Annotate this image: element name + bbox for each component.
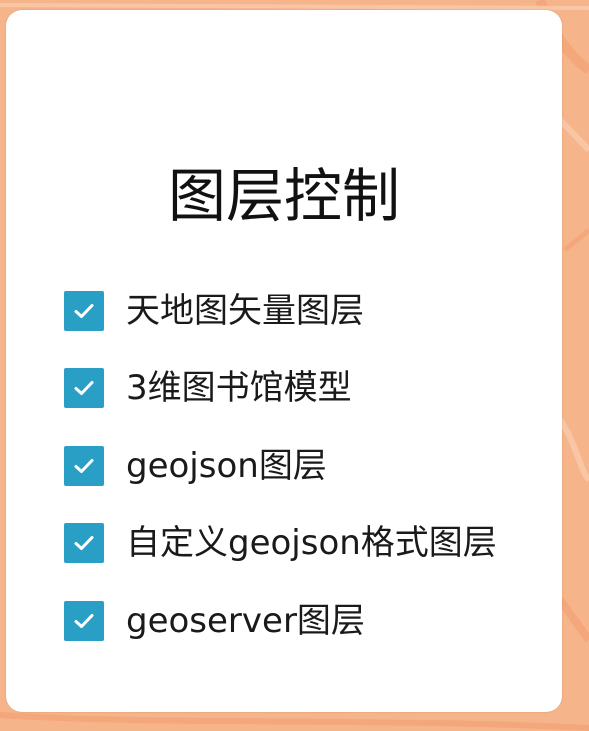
- layer-label: geojson图层: [126, 445, 327, 486]
- layer-checkbox[interactable]: [64, 368, 104, 409]
- panel-title: 图层控制: [167, 162, 400, 230]
- layer-checkbox[interactable]: [64, 445, 104, 486]
- layer-checkbox[interactable]: [64, 600, 104, 641]
- layer-item-geoserver[interactable]: geoserver图层: [64, 582, 534, 660]
- check-icon: [74, 536, 94, 551]
- check-icon: [74, 458, 94, 473]
- layer-label: 天地图矢量图层: [126, 290, 364, 331]
- check-icon: [74, 381, 94, 396]
- layer-checkbox[interactable]: [64, 523, 104, 564]
- layer-item-custom-geojson[interactable]: 自定义geojson格式图层: [64, 505, 534, 583]
- layer-item-tianditu-vector[interactable]: 天地图矢量图层: [64, 272, 534, 350]
- check-icon: [74, 613, 94, 628]
- layer-list: 天地图矢量图层 3维图书馆模型 geojson图层 自定义geojson格式图层…: [64, 272, 534, 660]
- layer-label: 3维图书馆模型: [126, 368, 352, 409]
- check-icon: [74, 303, 94, 318]
- layer-label: 自定义geojson格式图层: [126, 523, 497, 564]
- layer-item-3d-library-model[interactable]: 3维图书馆模型: [64, 350, 534, 428]
- layer-control-panel: 图层控制 天地图矢量图层 3维图书馆模型 geojson图层 自定义geojso…: [6, 10, 562, 712]
- layer-label: geoserver图层: [126, 600, 365, 641]
- layer-checkbox[interactable]: [64, 290, 104, 331]
- layer-item-geojson[interactable]: geojson图层: [64, 427, 534, 505]
